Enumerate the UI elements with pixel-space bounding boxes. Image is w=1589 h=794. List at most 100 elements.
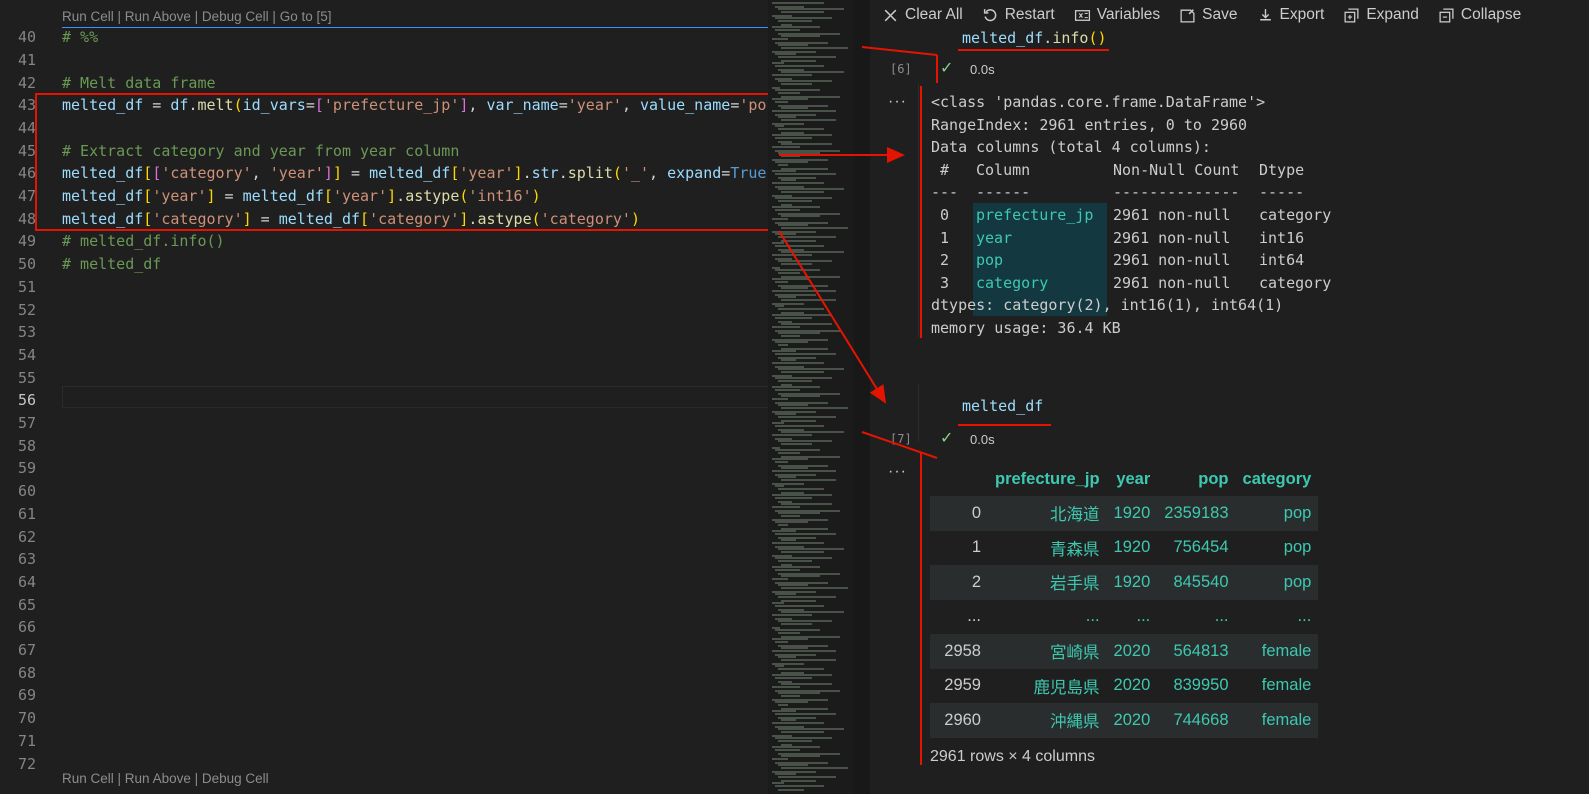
dataframe-output: prefecture_jp year pop category 0 北海道 1920 235… — [930, 462, 1340, 738]
code-line[interactable]: 64 — [0, 571, 776, 594]
code-line[interactable]: 66 — [0, 616, 776, 639]
run-above-link[interactable]: Run Above — [125, 9, 191, 24]
code-line[interactable]: 53 — [0, 321, 776, 344]
df-cell: 沖縄県 — [988, 703, 1107, 738]
minimap-line — [772, 470, 836, 472]
df-cell: ... — [1136, 607, 1151, 626]
debug-cell-link[interactable]: Debug Cell — [202, 9, 269, 24]
df-cell: 2020 — [1113, 676, 1151, 695]
annotation-vline-2 — [920, 453, 922, 765]
code-line[interactable]: 62 — [0, 526, 776, 549]
line-number: 51 — [17, 277, 36, 296]
code-line[interactable]: 57 — [0, 412, 776, 435]
code-line[interactable]: 42 # Melt data frame — [0, 72, 776, 95]
minimap-line — [775, 233, 796, 235]
export-button[interactable]: Export — [1257, 6, 1324, 24]
code-line[interactable]: 58 — [0, 435, 776, 458]
minimap-line — [778, 512, 820, 514]
line-number: 69 — [17, 686, 36, 705]
df-header-cell — [930, 462, 988, 496]
cell7-code[interactable]: melted_df — [962, 397, 1043, 415]
minimap-line — [778, 776, 836, 778]
goto-link[interactable]: Go to [5] — [280, 9, 332, 24]
minimap-line — [778, 416, 836, 418]
df-cell: 2020 — [1106, 703, 1158, 738]
minimap-line — [778, 548, 844, 550]
minimap-line — [781, 503, 832, 505]
code-line[interactable]: 52 — [0, 299, 776, 322]
minimap-line — [778, 728, 844, 730]
editor-divider[interactable] — [854, 0, 870, 794]
minimap-line — [775, 425, 824, 427]
line-number: 72 — [17, 754, 36, 773]
minimap-line — [772, 206, 820, 208]
expand-button[interactable]: Expand — [1343, 6, 1419, 24]
minimap-line — [772, 494, 832, 496]
minimap-line — [775, 137, 812, 139]
line-number: 58 — [17, 436, 36, 455]
run-cell-link-bottom[interactable]: Run Cell — [62, 771, 114, 786]
minimap-line — [772, 134, 832, 136]
code-line[interactable]: 54 — [0, 344, 776, 367]
code-line[interactable]: 49 # melted_df.info() — [0, 230, 776, 253]
clear-all-button[interactable]: Clear All — [882, 6, 963, 24]
cell7-output-more-icon[interactable]: ··· — [888, 463, 907, 481]
minimap-line — [772, 746, 820, 748]
line-number: 61 — [17, 504, 36, 523]
minimap-line — [781, 659, 836, 661]
restart-button[interactable]: Restart — [982, 6, 1055, 24]
info-nn-cell: 2961 non-null — [1113, 206, 1231, 224]
code-line[interactable]: 71 — [0, 730, 776, 753]
code-editor[interactable]: Run Cell | Run Above | Debug Cell | Go t… — [0, 0, 776, 794]
code-line[interactable]: 60 — [0, 480, 776, 503]
collapse-button[interactable]: Collapse — [1438, 6, 1521, 24]
code-line[interactable]: 41 — [0, 49, 776, 72]
code-line[interactable]: 65 — [0, 594, 776, 617]
line-number: 41 — [17, 50, 36, 69]
line-number: 45 — [17, 141, 36, 160]
minimap-line — [781, 335, 800, 337]
variables-button[interactable]: Variables — [1074, 6, 1160, 24]
cell6-output-more-icon[interactable]: ··· — [888, 93, 907, 111]
code-line[interactable]: 70 — [0, 707, 776, 730]
cell7-exec-count: [7] — [890, 432, 912, 446]
code-line[interactable]: 67 — [0, 639, 776, 662]
minimap[interactable] — [768, 0, 854, 794]
minimap-line — [781, 263, 812, 265]
code-line[interactable]: 59 — [0, 457, 776, 480]
line-number: 70 — [17, 709, 36, 728]
minimap-line — [778, 188, 844, 190]
df-cell: 1 — [971, 538, 981, 557]
info-i-cell: 1 — [940, 228, 950, 247]
minimap-line — [781, 287, 808, 289]
df-cell: pop — [1235, 565, 1319, 600]
df-cell: ... — [967, 607, 981, 626]
close-icon — [884, 9, 897, 21]
code-line[interactable]: 68 — [0, 662, 776, 685]
debug-cell-link-bottom[interactable]: Debug Cell — [202, 771, 269, 786]
minimap-line — [775, 497, 812, 499]
minimap-line — [772, 578, 788, 580]
codelens-bottom: Run Cell | Run Above | Debug Cell — [62, 771, 269, 786]
df-cell: 2359183 — [1157, 496, 1236, 531]
minimap-line — [778, 236, 836, 238]
code-line[interactable]: 69 — [0, 684, 776, 707]
code-line[interactable]: 50 # melted_df — [0, 253, 776, 276]
code-line[interactable]: 51 — [0, 276, 776, 299]
save-button[interactable]: Save — [1179, 6, 1238, 24]
line-number: 56 — [17, 391, 36, 410]
run-above-link-bottom[interactable]: Run Above — [125, 771, 191, 786]
info-i-cell: 3 — [940, 273, 950, 292]
run-cell-link[interactable]: Run Cell — [62, 9, 114, 24]
cell6-code[interactable]: melted_df.info() — [962, 29, 1107, 47]
info-nn-cell: 2961 non-null — [1113, 251, 1231, 269]
restart-icon — [983, 8, 997, 21]
df-cell: 2020 — [1106, 634, 1158, 669]
code-line[interactable]: 40 # %% — [0, 26, 776, 49]
minimap-line — [775, 569, 800, 571]
minimap-line — [772, 758, 788, 760]
code-line[interactable]: 61 — [0, 503, 776, 526]
code-line[interactable]: 63 — [0, 548, 776, 571]
minimap-line — [772, 506, 800, 508]
table-row: 1 青森県 1920 756454 pop — [930, 531, 1318, 566]
